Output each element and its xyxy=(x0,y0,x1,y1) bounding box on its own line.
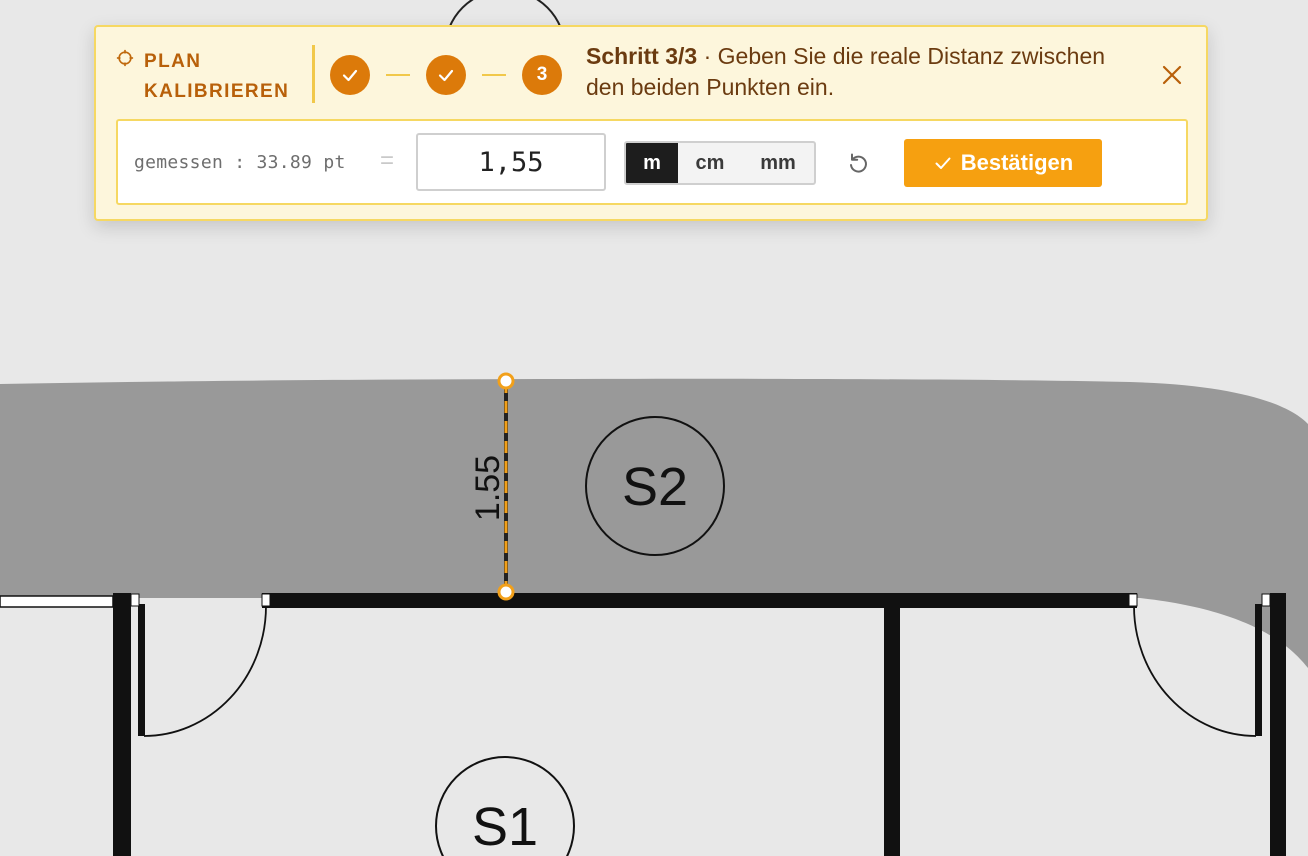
calibration-panel: PLAN KALIBRIEREN 3 Schritt 3/3 · Geben S… xyxy=(94,25,1208,221)
wall-middle xyxy=(884,600,900,856)
door-jamb xyxy=(1261,593,1271,607)
room-label-s1: S1 xyxy=(472,797,538,856)
header-divider xyxy=(312,45,315,103)
step-3-active: 3 xyxy=(522,55,562,95)
window-left xyxy=(0,595,114,608)
panel-title: PLAN KALIBRIEREN xyxy=(144,51,290,102)
door-jamb xyxy=(261,593,271,607)
instruction-text: Schritt 3/3 · Geben Sie die reale Distan… xyxy=(586,41,1106,103)
corridor-area xyxy=(0,378,1308,668)
wall-stub-right xyxy=(1255,604,1262,736)
panel-brand: PLAN KALIBRIEREN xyxy=(116,47,304,107)
reset-icon[interactable] xyxy=(846,151,870,175)
close-icon[interactable] xyxy=(1160,63,1184,87)
wall-stub-left xyxy=(138,604,145,736)
distance-input[interactable] xyxy=(416,133,606,191)
unit-option-m[interactable]: m xyxy=(626,143,678,183)
wall-left-pillar xyxy=(113,593,131,856)
door-jamb xyxy=(130,593,140,607)
measure-label: 1.55 xyxy=(469,455,507,521)
equals-sign: = xyxy=(380,147,395,174)
step-connector xyxy=(482,74,506,76)
room-label-s2: S2 xyxy=(622,457,688,517)
step-1-done xyxy=(330,55,370,95)
wall-top xyxy=(262,593,1137,608)
measure-point-start[interactable] xyxy=(497,372,515,390)
measured-distance: gemessen : 33.89 pt xyxy=(134,152,346,173)
door-swing-left xyxy=(143,605,267,737)
unit-selector: m cm mm xyxy=(624,141,816,185)
distance-form: gemessen : 33.89 pt = m cm mm Bestätigen xyxy=(116,119,1188,205)
unit-option-mm[interactable]: mm xyxy=(742,143,814,183)
measure-point-end[interactable] xyxy=(497,583,515,601)
step-connector xyxy=(386,74,410,76)
confirm-button[interactable]: Bestätigen xyxy=(904,139,1102,187)
door-swing-right xyxy=(1133,605,1257,737)
door-jamb xyxy=(1128,593,1138,607)
target-icon xyxy=(116,49,134,67)
step-2-done xyxy=(426,55,466,95)
check-icon xyxy=(935,157,951,169)
check-icon xyxy=(438,69,454,82)
check-icon xyxy=(342,69,358,82)
wall-right xyxy=(1270,593,1286,856)
confirm-label: Bestätigen xyxy=(960,150,1074,175)
instruction-step: Schritt 3/3 xyxy=(586,43,698,69)
unit-option-cm[interactable]: cm xyxy=(678,143,742,183)
step-indicator: 3 xyxy=(330,55,562,95)
